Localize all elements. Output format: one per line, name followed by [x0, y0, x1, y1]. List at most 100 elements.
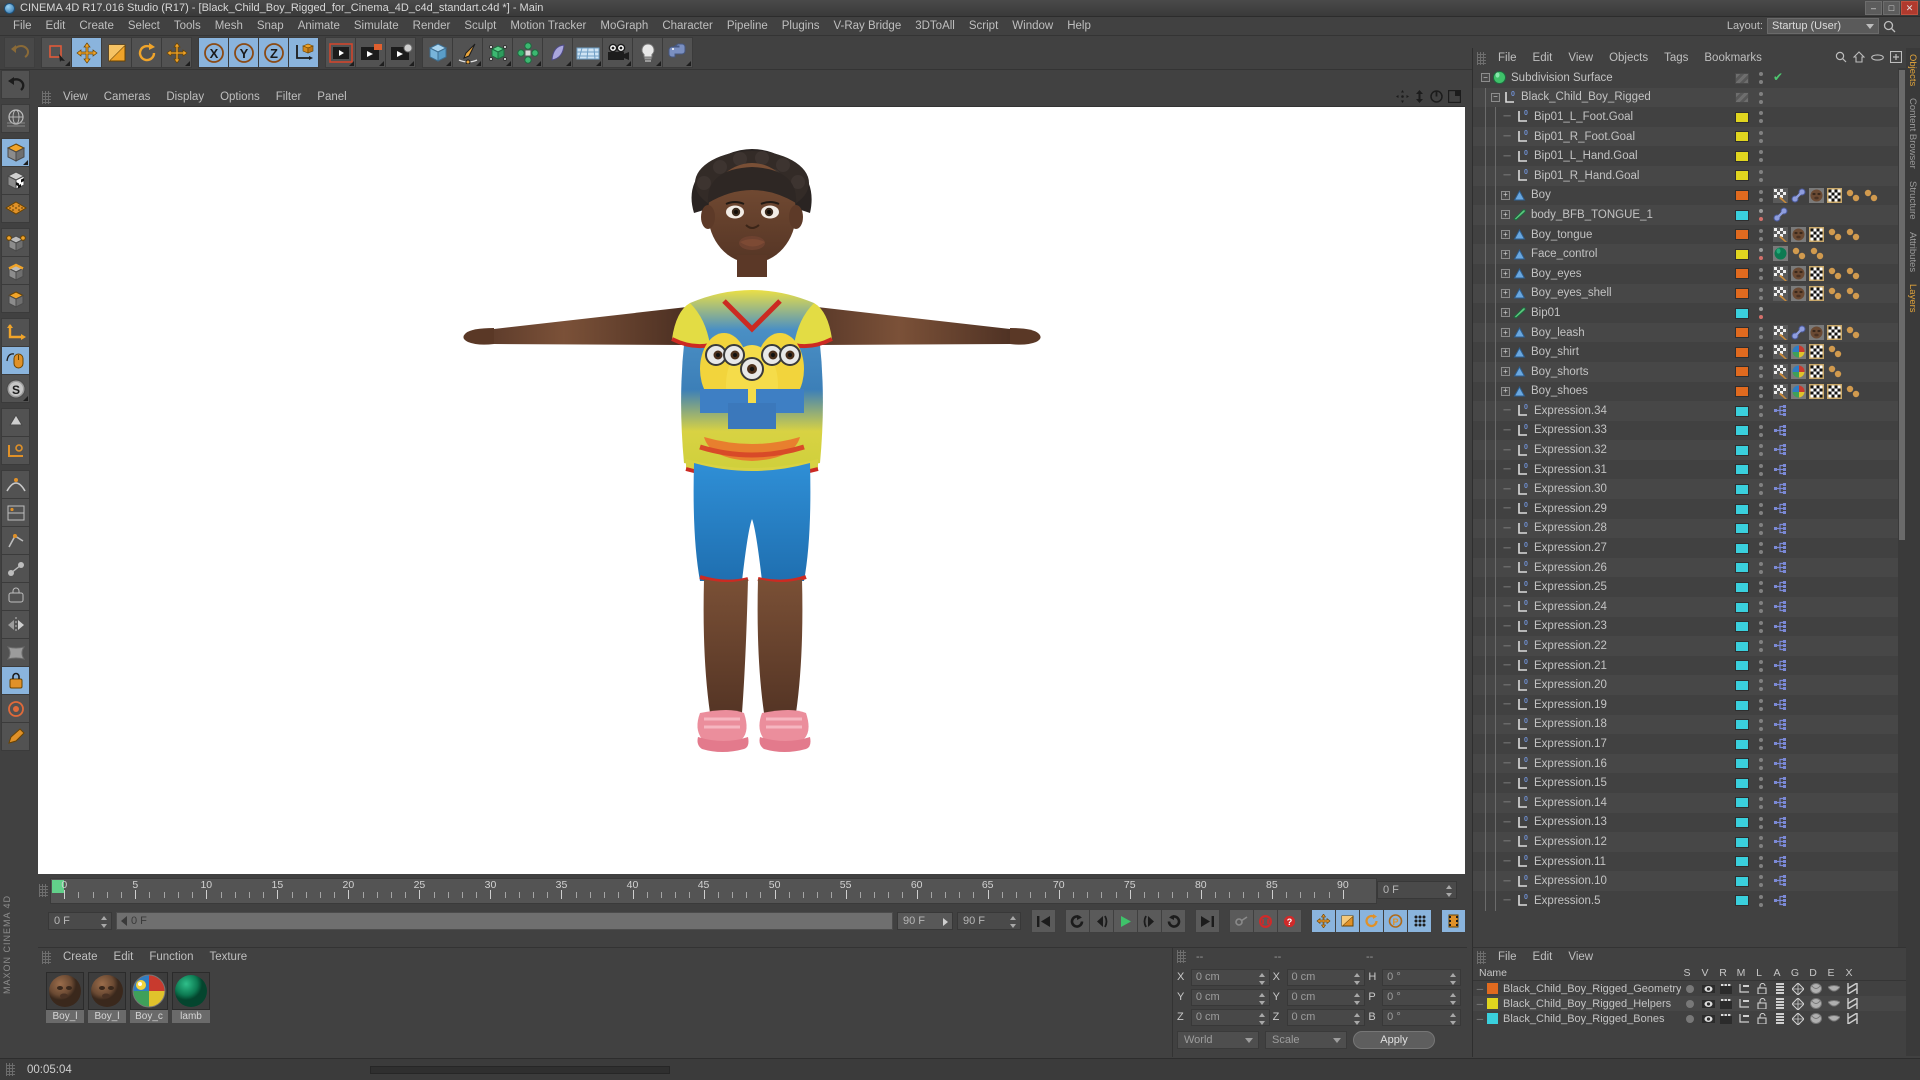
object-menu-file[interactable]: File — [1490, 52, 1525, 64]
keyframe-selection-button[interactable] — [1441, 909, 1466, 933]
timeline-ruler[interactable]: 051015202530354045505560657075808590 — [50, 878, 1377, 904]
object-row[interactable]: −Subdivision Surface✔ — [1473, 68, 1898, 88]
joint-tool-button[interactable] — [1, 554, 30, 583]
tag-xpresso-icon[interactable] — [1773, 658, 1788, 673]
coordinate-mode-dropdown[interactable]: Scale — [1265, 1031, 1347, 1049]
tag-xpresso-icon[interactable] — [1773, 697, 1788, 712]
visibility-dots[interactable] — [1758, 719, 1763, 731]
object-row[interactable]: ─0Expression.18 — [1473, 715, 1898, 735]
points-mode-button[interactable] — [1, 228, 30, 257]
tag-xpresso-icon[interactable] — [1773, 521, 1788, 536]
visibility-dots[interactable] — [1758, 92, 1763, 104]
tag-xpresso-icon[interactable] — [1773, 893, 1788, 908]
tag-xpresso-icon[interactable] — [1773, 736, 1788, 751]
spinner-icon[interactable] — [1354, 993, 1361, 1005]
object-menu-view[interactable]: View — [1560, 52, 1601, 64]
object-tree[interactable]: −Subdivision Surface✔−0Black_Child_Boy_R… — [1473, 68, 1898, 948]
visibility-dots[interactable] — [1758, 72, 1763, 84]
object-layer-color[interactable] — [1735, 778, 1749, 789]
object-layer-color[interactable] — [1735, 621, 1749, 632]
play-small-icon[interactable] — [943, 918, 948, 926]
menu-help[interactable]: Help — [1060, 19, 1098, 33]
visibility-dots[interactable] — [1758, 386, 1763, 398]
minimize-button[interactable]: – — [1865, 1, 1882, 15]
tag-uv-icon[interactable] — [1827, 384, 1842, 399]
position-y-field[interactable]: 0 cm — [1191, 989, 1270, 1006]
spinner-icon[interactable] — [1354, 1013, 1361, 1025]
object-layer-color[interactable] — [1735, 425, 1749, 436]
object-layer-color[interactable] — [1735, 327, 1749, 338]
make-editable-button[interactable] — [1, 104, 30, 133]
undo-view-button[interactable] — [1, 70, 30, 99]
layer-render-toggle[interactable] — [1717, 984, 1735, 994]
layer-manager-toggle[interactable] — [1735, 984, 1753, 994]
layer-deformer-toggle[interactable] — [1807, 983, 1825, 994]
object-row[interactable]: ─0Expression.22 — [1473, 636, 1898, 656]
material-item[interactable]: Boy_l — [46, 972, 84, 1023]
enabled-check-icon[interactable]: ✔ — [1773, 71, 1783, 83]
tag-dot-icon[interactable] — [1845, 325, 1860, 340]
object-row[interactable]: +Boy — [1473, 186, 1898, 206]
material-menu-function[interactable]: Function — [141, 951, 201, 963]
tag-dot-icon[interactable] — [1827, 364, 1842, 379]
object-layer-color[interactable] — [1735, 582, 1749, 593]
floor-environment-button[interactable] — [572, 37, 603, 68]
layer-xref-toggle[interactable] — [1843, 983, 1861, 994]
visibility-dots[interactable] — [1758, 699, 1763, 711]
mirror-tool-button[interactable] — [1, 610, 30, 639]
snap-button[interactable]: S — [1, 374, 30, 403]
rotate-icon[interactable] — [1430, 90, 1443, 103]
tag-texture-icon[interactable] — [1791, 266, 1806, 281]
spinner-icon[interactable] — [1259, 993, 1266, 1005]
tag-weight-icon[interactable] — [1773, 384, 1788, 399]
menu-create[interactable]: Create — [72, 19, 121, 33]
search-icon[interactable] — [1883, 20, 1896, 33]
tag-xpresso-icon[interactable] — [1773, 619, 1788, 634]
object-row[interactable]: ─0Expression.13 — [1473, 813, 1898, 833]
viewport-canvas[interactable] — [38, 107, 1465, 874]
polygons-mode-button[interactable] — [1, 284, 30, 313]
collapse-toggle[interactable]: − — [1491, 93, 1500, 102]
tag-texture-icon[interactable] — [1809, 188, 1824, 203]
scale-tool-button[interactable] — [101, 37, 132, 68]
visibility-dots[interactable] — [1758, 758, 1763, 770]
tag-dot-icon[interactable] — [1791, 246, 1806, 261]
edges-mode-button[interactable] — [1, 256, 30, 285]
spinner-icon[interactable] — [1450, 973, 1457, 985]
viewport-menu-view[interactable]: View — [55, 91, 96, 103]
tag-xpresso-icon[interactable] — [1773, 403, 1788, 418]
material-menu-create[interactable]: Create — [55, 951, 106, 963]
tag-green-icon[interactable] — [1773, 246, 1788, 261]
tag-uv-icon[interactable] — [1809, 266, 1824, 281]
panel-grip-icon[interactable] — [42, 91, 51, 104]
cloth-tool-button[interactable] — [1, 638, 30, 667]
expand-toggle[interactable]: + — [1501, 289, 1510, 298]
visibility-dots[interactable] — [1758, 836, 1763, 848]
object-row[interactable]: ─0Expression.23 — [1473, 617, 1898, 637]
visibility-dots[interactable] — [1758, 875, 1763, 887]
layer-eye-toggle[interactable] — [1699, 984, 1717, 994]
layer-render-toggle[interactable] — [1717, 1014, 1735, 1024]
panel-grip-icon[interactable] — [1477, 951, 1486, 964]
paint-tool-button[interactable] — [1, 722, 30, 751]
layer-menu-file[interactable]: File — [1490, 951, 1525, 963]
visibility-dots[interactable] — [1758, 797, 1763, 809]
move-tool-button[interactable] — [71, 37, 102, 68]
model-mode-button[interactable] — [1, 138, 30, 167]
spinner-icon[interactable] — [1010, 916, 1017, 928]
object-layer-color[interactable] — [1735, 406, 1749, 417]
object-row[interactable]: +Boy_eyes_shell — [1473, 284, 1898, 304]
add-icon[interactable] — [1890, 51, 1902, 63]
object-row[interactable]: +Boy_leash — [1473, 323, 1898, 343]
object-row[interactable]: ─0Bip01_R_Hand.Goal — [1473, 166, 1898, 186]
tag-uv-icon[interactable] — [1809, 364, 1824, 379]
object-layer-color[interactable] — [1735, 523, 1749, 534]
rotation-p-field[interactable]: 0 ° — [1382, 989, 1461, 1006]
visibility-dots[interactable] — [1758, 366, 1763, 378]
param-key-button[interactable]: P — [1383, 909, 1408, 933]
object-layer-color[interactable] — [1735, 308, 1749, 319]
side-tab-content-browser[interactable]: Content Browser — [1906, 92, 1919, 175]
object-layer-color[interactable] — [1735, 190, 1749, 201]
tag-xpresso-icon[interactable] — [1773, 599, 1788, 614]
expand-toggle[interactable]: + — [1501, 367, 1510, 376]
